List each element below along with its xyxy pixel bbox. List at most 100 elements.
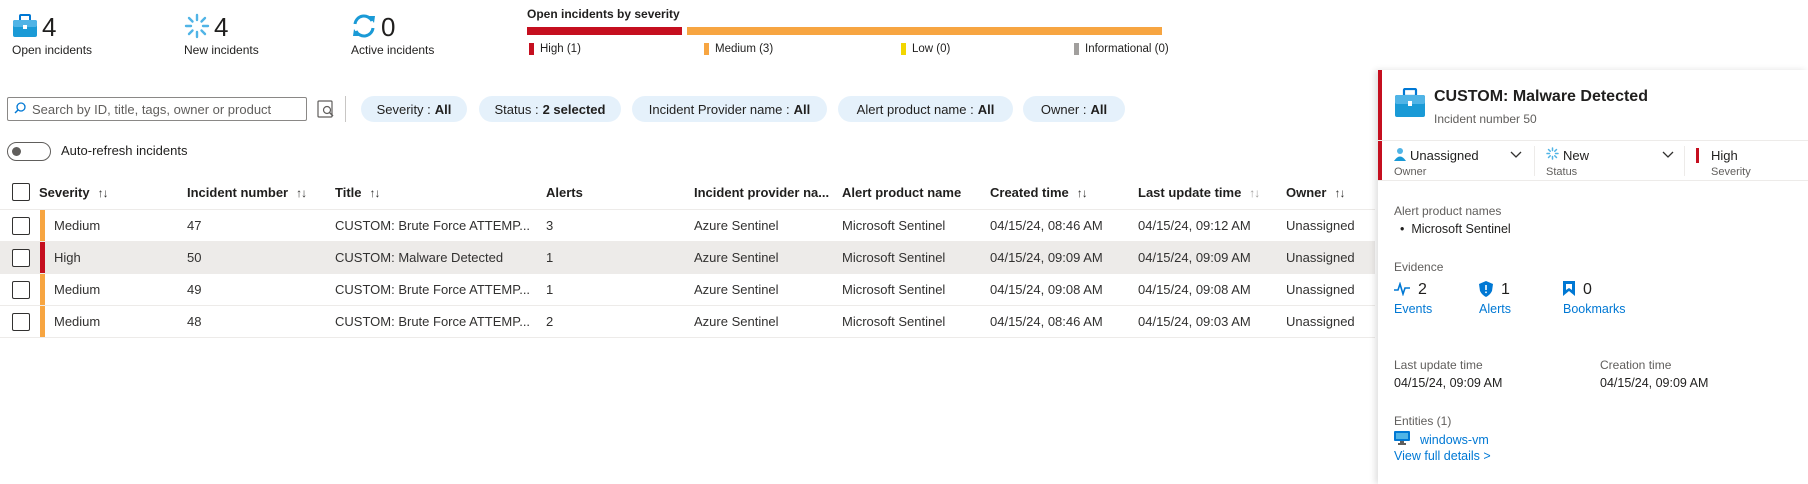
owner-label: Owner [1394, 166, 1427, 178]
select-all-checkbox[interactable] [12, 183, 30, 201]
filter-owner-value: All [1090, 101, 1108, 117]
filter-status-key: Status : [494, 101, 539, 117]
filter-incident-provider[interactable]: Incident Provider name : All [632, 96, 827, 122]
row-checkbox[interactable] [12, 249, 30, 267]
cell-created: 04/15/24, 09:08 AM [990, 282, 1103, 297]
alerts-count: 1 [1501, 281, 1510, 298]
creation-time-value: 04/15/24, 09:09 AM [1600, 376, 1709, 390]
legend-high-label: High (1) [540, 43, 581, 55]
owner-value: Unassigned [1410, 147, 1479, 163]
severity-bar-track [527, 27, 1167, 35]
cell-title: CUSTOM: Brute Force ATTEMP... [335, 282, 531, 297]
view-full-details-link[interactable]: View full details > [1394, 449, 1491, 463]
cell-owner: Unassigned [1286, 314, 1355, 329]
filter-status[interactable]: Status :2 selected [479, 96, 621, 122]
medium-swatch [704, 43, 709, 55]
cell-product: Microsoft Sentinel [842, 314, 946, 329]
auto-refresh-toggle[interactable] [7, 142, 51, 161]
filter-status-value: 2 selected [542, 101, 606, 117]
legend-medium[interactable]: Medium (3) [704, 43, 773, 55]
evidence-events[interactable]: 2 Events [1394, 280, 1432, 316]
cell-owner: Unassigned [1286, 218, 1355, 233]
legend-medium-label: Medium (3) [715, 43, 774, 55]
cell-alerts: 3 [546, 218, 554, 233]
table-row[interactable]: Medium 48 CUSTOM: Brute Force ATTEMP... … [0, 306, 1375, 338]
spinner-icon [1546, 147, 1559, 163]
creation-time-label: Creation time [1600, 358, 1672, 372]
severity-edge-indicator [1378, 70, 1382, 180]
cell-number: 47 [187, 218, 202, 233]
col-title-label: Title [335, 185, 362, 200]
legend-informational-label: Informational (0) [1085, 43, 1169, 55]
sort-icon: ↑↓ [296, 185, 307, 200]
col-updated-label: Last update time [1138, 185, 1242, 200]
filter-alert-product[interactable]: Alert product name : All [838, 96, 1013, 122]
severity-label: Severity [1711, 166, 1751, 178]
briefcase-icon [12, 13, 38, 41]
bookmarks-link[interactable]: Bookmarks [1563, 302, 1626, 316]
cell-alerts: 2 [546, 314, 554, 329]
cell-updated: 04/15/24, 09:12 AM [1138, 218, 1251, 233]
cell-product: Microsoft Sentinel [842, 218, 946, 233]
entity-link[interactable]: windows-vm [1420, 433, 1489, 447]
chevron-down-icon[interactable] [1662, 148, 1674, 160]
events-link[interactable]: Events [1394, 302, 1432, 316]
computer-icon [1394, 431, 1410, 448]
legend-low[interactable]: Low (0) [901, 43, 950, 55]
col-provider[interactable]: Incident provider na... [694, 185, 829, 200]
alerts-link[interactable]: Alerts [1479, 302, 1511, 316]
row-checkbox[interactable] [12, 281, 30, 299]
col-alert-product[interactable]: Alert product name [842, 185, 961, 200]
col-alerts[interactable]: Alerts [546, 185, 583, 200]
evidence-bookmarks[interactable]: 0 Bookmarks [1563, 280, 1626, 316]
bookmarks-count: 0 [1583, 281, 1592, 298]
entity-item[interactable]: windows-vm [1394, 431, 1489, 448]
col-title[interactable]: Title ↑↓ [335, 185, 381, 200]
status-dropdown[interactable]: New Status [1546, 146, 1589, 178]
search-box[interactable] [7, 97, 307, 121]
filter-owner-key: Owner : [1040, 101, 1087, 117]
sort-icon: ↑↓ [1076, 185, 1088, 200]
legend-high[interactable]: High (1) [529, 43, 581, 55]
filter-severity[interactable]: Severity : All [361, 96, 467, 122]
cell-alerts: 1 [546, 282, 554, 297]
field-divider [1534, 146, 1535, 176]
col-number-label: Incident number [187, 185, 289, 200]
filter-severity-value: All [434, 101, 452, 117]
search-input[interactable] [30, 100, 300, 118]
row-checkbox[interactable] [12, 217, 30, 235]
cell-number: 50 [187, 250, 202, 265]
cell-severity: Medium [54, 314, 101, 329]
owner-dropdown[interactable]: Unassigned Owner [1394, 146, 1479, 178]
toggle-knob [12, 147, 21, 156]
evidence-alerts[interactable]: 1 Alerts [1479, 280, 1511, 316]
cell-provider: Azure Sentinel [694, 250, 779, 265]
table-row-selected[interactable]: High 50 CUSTOM: Malware Detected 1 Azure… [0, 242, 1375, 274]
filter-owner[interactable]: Owner : All [1023, 96, 1125, 122]
open-incidents-label: Open incidents [12, 43, 93, 57]
severity-bar-medium [687, 27, 1162, 35]
cell-provider: Azure Sentinel [694, 218, 779, 233]
person-icon [1394, 147, 1406, 164]
table-row[interactable]: Medium 47 CUSTOM: Brute Force ATTEMP... … [0, 210, 1375, 242]
cell-updated: 04/15/24, 09:03 AM [1138, 314, 1251, 329]
col-incident-number[interactable]: Incident number ↑↓ [187, 185, 307, 200]
cell-updated: 04/15/24, 09:09 AM [1138, 250, 1251, 265]
severity-legend: High (1) Medium (3) Low (0) Informationa… [527, 43, 1207, 59]
col-alerts-label: Alerts [546, 185, 583, 200]
severity-indicator [40, 306, 45, 337]
legend-informational[interactable]: Informational (0) [1074, 43, 1169, 55]
cell-severity: Medium [54, 218, 101, 233]
row-checkbox[interactable] [12, 313, 30, 331]
new-incidents-count: 4 [214, 12, 229, 42]
severity-field[interactable]: High Severity [1696, 146, 1751, 178]
col-severity[interactable]: Severity ↑↓ [39, 185, 109, 200]
col-owner[interactable]: Owner ↑↓ [1286, 185, 1345, 200]
chevron-down-icon[interactable] [1510, 148, 1522, 160]
col-last-update[interactable]: Last update time ↑↓ [1138, 185, 1260, 200]
incident-detail-panel: CUSTOM: Malware Detected Incident number… [1378, 70, 1808, 484]
query-filter-button[interactable] [315, 98, 337, 120]
table-row[interactable]: Medium 49 CUSTOM: Brute Force ATTEMP... … [0, 274, 1375, 306]
col-created-time[interactable]: Created time ↑↓ [990, 185, 1088, 200]
cell-number: 49 [187, 282, 202, 297]
